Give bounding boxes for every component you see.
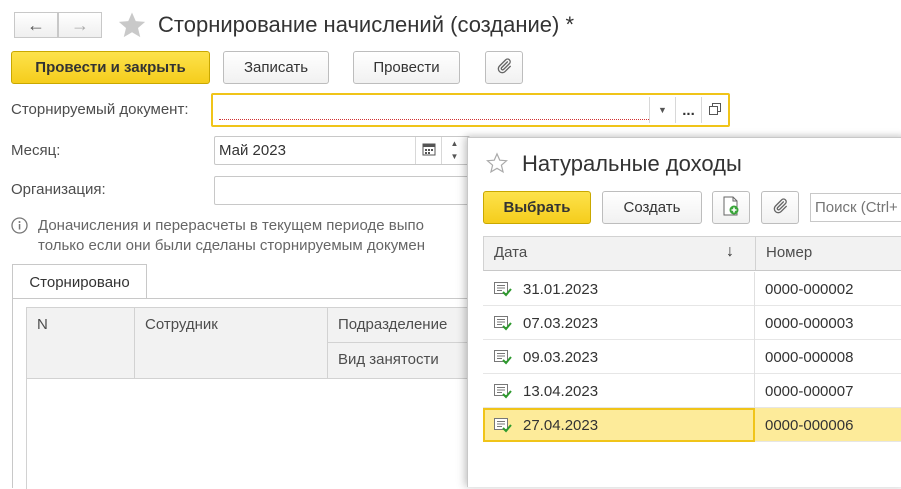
date-cell[interactable]: 31.01.2023 <box>483 272 755 306</box>
save-button[interactable]: Записать <box>223 51 329 84</box>
organization-label: Организация: <box>11 181 106 198</box>
col-n-header[interactable]: N <box>27 308 135 378</box>
number-cell[interactable]: 0000-000008 <box>765 340 901 374</box>
col-department-header[interactable]: Подразделение <box>328 308 477 343</box>
month-field[interactable]: Май 2023 ▲ ▼ <box>214 136 470 165</box>
stornodoc-label: Сторнируемый документ: <box>11 101 189 118</box>
number-cell[interactable]: 0000-000002 <box>765 272 901 306</box>
popup-title: Натуральные доходы <box>522 151 742 176</box>
table-row[interactable]: 13.04.2023 0000-000007 <box>483 374 901 408</box>
search-input[interactable] <box>810 193 901 222</box>
new-document-icon <box>722 196 740 220</box>
post-button[interactable]: Провести <box>353 51 460 84</box>
number-cell[interactable]: 0000-000006 <box>765 408 901 442</box>
page-title: Сторнирование начислений (создание) * <box>158 12 575 37</box>
paperclip-icon <box>495 57 513 79</box>
date-cell[interactable]: 13.04.2023 <box>483 374 755 408</box>
chevron-down-icon: ▼ <box>658 105 667 115</box>
select-button[interactable]: Выбрать <box>483 191 591 224</box>
number-cell[interactable]: 0000-000007 <box>765 374 901 408</box>
chevron-down-icon[interactable]: ▼ <box>442 150 467 163</box>
required-underline <box>219 119 649 120</box>
number-cell[interactable]: 0000-000003 <box>765 306 901 340</box>
create-copy-button[interactable] <box>712 191 750 224</box>
table-row[interactable]: 07.03.2023 0000-000003 <box>483 306 901 340</box>
natural-income-popup: Натуральные доходы Выбрать Создать Дата … <box>467 137 901 487</box>
arrow-left-icon: ← <box>27 14 45 35</box>
table-row[interactable]: 09.03.2023 0000-000008 <box>483 340 901 374</box>
open-window-icon <box>708 102 721 119</box>
table-row[interactable]: 27.04.2023 0000-000006 <box>483 408 901 442</box>
post-and-close-button[interactable]: Провести и закрыть <box>11 51 210 84</box>
date-cell[interactable]: 07.03.2023 <box>483 306 755 340</box>
popup-attach-button[interactable] <box>761 191 799 224</box>
month-label: Месяц: <box>11 142 61 159</box>
posted-document-icon <box>494 316 512 331</box>
month-value: Май 2023 <box>219 142 286 159</box>
paperclip-icon <box>771 197 789 219</box>
main-table-header: N Сотрудник Подразделение Вид занятости <box>26 307 477 379</box>
col-number-header[interactable]: Номер <box>756 237 901 270</box>
posted-document-icon <box>494 350 512 365</box>
back-button[interactable]: ← <box>14 12 58 38</box>
favorite-star-icon[interactable] <box>117 10 147 40</box>
popup-grid-header: Дата ↓ Номер <box>483 236 901 271</box>
main-table-body <box>26 379 476 489</box>
favorite-star-icon[interactable] <box>485 152 509 174</box>
col-employment-header[interactable]: Вид занятости <box>328 343 477 378</box>
info-text: Доначисления и перерасчеты в текущем пер… <box>38 217 425 254</box>
calendar-button[interactable] <box>415 137 441 164</box>
attach-button[interactable] <box>485 51 523 84</box>
calendar-icon <box>422 142 436 160</box>
month-stepper[interactable]: ▲ ▼ <box>441 137 467 164</box>
table-row[interactable]: 31.01.2023 0000-000002 <box>483 272 901 306</box>
stornodoc-field[interactable]: ▼ ... <box>211 93 730 127</box>
stornodoc-dropdown-button[interactable]: ▼ <box>649 97 675 123</box>
info-icon <box>11 217 28 234</box>
col-date-header[interactable]: Дата ↓ <box>484 237 756 270</box>
posted-document-icon <box>494 418 512 433</box>
posted-document-icon <box>494 282 512 297</box>
stornodoc-select-button[interactable]: ... <box>675 97 701 123</box>
arrow-right-icon: → <box>71 14 89 35</box>
chevron-up-icon[interactable]: ▲ <box>442 137 467 150</box>
posted-document-icon <box>494 384 512 399</box>
create-button[interactable]: Создать <box>602 191 702 224</box>
organization-field[interactable] <box>214 176 470 205</box>
stornodoc-open-button[interactable] <box>701 97 727 123</box>
forward-button[interactable]: → <box>58 12 102 38</box>
date-cell[interactable]: 27.04.2023 <box>483 408 755 442</box>
col-employee-header[interactable]: Сотрудник <box>135 308 328 378</box>
date-cell[interactable]: 09.03.2023 <box>483 340 755 374</box>
sort-desc-indicator: ↓ <box>726 243 734 260</box>
tab-stornirovano[interactable]: Сторнировано <box>12 264 147 299</box>
